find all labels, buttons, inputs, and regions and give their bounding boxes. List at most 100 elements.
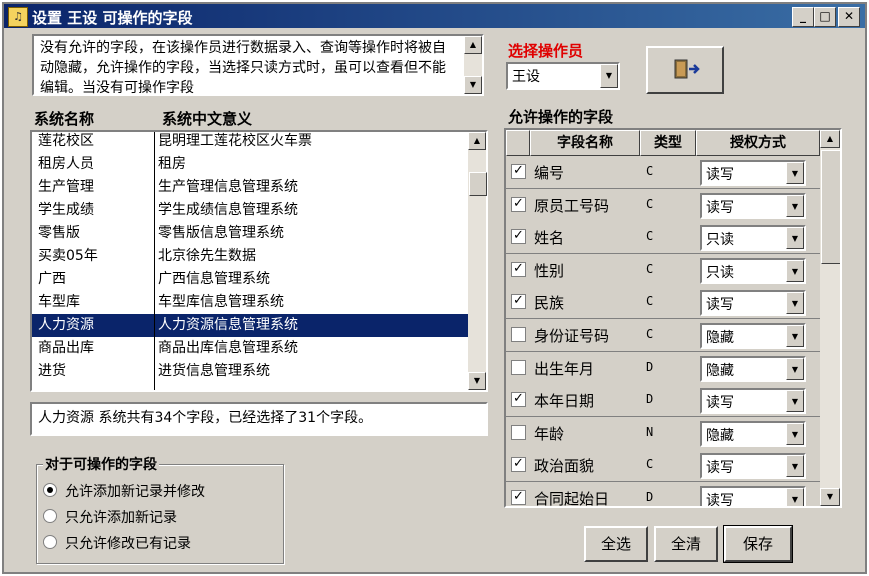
list-item[interactable]: 进货 进货信息管理系统 — [32, 360, 468, 383]
list-item[interactable]: 租房人员 租房 — [32, 153, 468, 176]
checkbox-unchecked-icon[interactable] — [511, 327, 526, 342]
list-item[interactable]: 莲花校区 昆明理工莲花校区火车票 — [32, 130, 468, 153]
radio-label: 允许添加新记录并修改 — [65, 484, 205, 500]
grid-header-type[interactable]: 类型 — [640, 130, 696, 156]
description-scrollbar[interactable]: ▲ ▼ — [464, 36, 482, 94]
chevron-down-icon[interactable]: ▼ — [786, 455, 804, 478]
field-name: 政治面貌 — [534, 457, 595, 476]
operator-select[interactable]: 王设 ▼ — [506, 62, 620, 90]
list-item[interactable]: 人力资源 人力资源信息管理系统 — [32, 314, 468, 337]
system-name: 生产管理 — [38, 179, 94, 195]
radio-button[interactable] — [43, 483, 57, 497]
list-item[interactable]: 买卖05年 北京徐先生数据 — [32, 245, 468, 268]
chevron-down-icon[interactable]: ▼ — [600, 64, 618, 88]
chevron-down-icon[interactable]: ▼ — [786, 259, 804, 282]
list-item[interactable]: 零售版 零售版信息管理系统 — [32, 222, 468, 245]
checkbox-checked-icon[interactable]: ✓ — [511, 457, 526, 473]
chevron-down-icon[interactable]: ▼ — [786, 162, 804, 184]
auth-select[interactable]: 读写 ▼ — [700, 160, 806, 186]
chevron-down-icon[interactable]: ▼ — [786, 292, 804, 315]
table-row[interactable]: ✓ 政治面貌 C 读写 ▼ — [506, 449, 820, 483]
chevron-down-icon[interactable]: ▼ — [786, 488, 804, 506]
minimize-icon[interactable]: _ — [792, 7, 814, 27]
maximize-icon[interactable]: □ — [814, 7, 836, 27]
auth-select[interactable]: 隐藏 ▼ — [700, 355, 806, 382]
list-item[interactable]: 生产管理 生产管理信息管理系统 — [32, 176, 468, 199]
fields-scrollbar[interactable]: ▲ ▼ — [820, 130, 840, 506]
scroll-thumb[interactable] — [821, 150, 840, 264]
checkbox-unchecked-icon[interactable] — [511, 424, 526, 440]
list-item[interactable]: 商品出库 商品出库信息管理系统 — [32, 337, 468, 360]
system-listbox[interactable]: 进货 进货信息管理系统 商品出库 商品出库信息管理系统 人力资源 人力资源信息管理系统 车型… — [30, 130, 488, 392]
checkbox-checked-icon[interactable]: ✓ — [511, 164, 526, 179]
auth-select[interactable]: 读写 ▼ — [700, 453, 806, 480]
chevron-down-icon[interactable]: ▼ — [786, 357, 804, 380]
field-type: C — [646, 327, 654, 341]
table-row[interactable]: ✓ 民族 C 读写 ▼ — [506, 286, 820, 320]
grid-header-name[interactable]: 字段名称 — [530, 130, 640, 156]
window-title: 设置 王设 可操作的字段 — [32, 9, 193, 27]
auth-select[interactable]: 读写 ▼ — [700, 290, 806, 317]
system-list-scrollbar[interactable]: ▲ ▼ — [468, 132, 487, 390]
select-all-button[interactable]: 全选 — [584, 526, 648, 562]
table-row[interactable]: ✓ 编号 C 读写 ▼ — [506, 156, 820, 189]
table-row[interactable]: 身份证号码 C 隐藏 ▼ — [506, 319, 820, 352]
radio-button[interactable] — [43, 509, 57, 523]
checkbox-checked-icon[interactable]: ✓ — [511, 490, 526, 505]
scroll-up-icon[interactable]: ▲ — [468, 132, 486, 150]
system-name: 学生成绩 — [38, 202, 94, 218]
chevron-down-icon[interactable]: ▼ — [786, 227, 804, 250]
radio-option[interactable]: 只允许添加新记录 — [43, 507, 177, 527]
auth-select[interactable]: 隐藏 ▼ — [700, 420, 806, 447]
table-row[interactable]: ✓ 姓名 C 只读 ▼ — [506, 221, 820, 255]
list-item[interactable]: 车型库 车型库信息管理系统 — [32, 291, 468, 314]
auth-select[interactable]: 读写 ▼ — [700, 192, 806, 219]
auth-select[interactable]: 隐藏 ▼ — [700, 323, 806, 349]
auth-select[interactable]: 读写 ▼ — [700, 388, 806, 415]
scroll-down-icon[interactable]: ▼ — [820, 488, 840, 506]
table-row[interactable]: ✓ 本年日期 D 读写 ▼ — [506, 384, 820, 418]
radio-button[interactable] — [43, 535, 57, 549]
close-icon[interactable]: ✕ — [838, 7, 860, 27]
radio-option[interactable]: 只允许修改已有记录 — [43, 533, 191, 553]
auth-select[interactable]: 读写 ▼ — [700, 486, 806, 506]
scroll-down-icon[interactable]: ▼ — [464, 76, 482, 94]
auth-select[interactable]: 只读 ▼ — [700, 257, 806, 284]
checkbox-checked-icon[interactable]: ✓ — [511, 261, 526, 277]
scroll-up-icon[interactable]: ▲ — [820, 130, 840, 148]
exit-button[interactable] — [646, 46, 724, 94]
checkbox-checked-icon[interactable]: ✓ — [511, 294, 526, 310]
field-name: 合同起始日 — [534, 490, 610, 508]
chevron-down-icon[interactable]: ▼ — [786, 194, 804, 217]
field-type: C — [646, 164, 654, 178]
description-box[interactable]: 没有允许的字段，在该操作员进行数据录入、查询等操作时将被自动隐藏，允许操作的字段… — [32, 34, 484, 96]
scroll-down-icon[interactable]: ▼ — [468, 372, 486, 390]
field-name: 身份证号码 — [534, 327, 610, 345]
scroll-up-icon[interactable]: ▲ — [464, 36, 482, 54]
checkbox-checked-icon[interactable]: ✓ — [511, 196, 526, 212]
table-row[interactable]: ✓ 性别 C 只读 ▼ — [506, 253, 820, 287]
edit-options-group: 对于可操作的字段 允许添加新记录并修改 只允许添加新记录 只允许修改已有记录 — [36, 454, 284, 564]
system-desc: 车型库信息管理系统 — [158, 294, 284, 310]
list-item[interactable]: 广西 广西信息管理系统 — [32, 268, 468, 291]
radio-option[interactable]: 允许添加新记录并修改 — [43, 481, 205, 501]
chevron-down-icon[interactable]: ▼ — [786, 325, 804, 347]
grid-header-auth[interactable]: 授权方式 — [696, 130, 820, 156]
table-row[interactable]: 年龄 N 隐藏 ▼ — [506, 416, 820, 450]
table-row[interactable]: ✓ 合同起始日 D 读写 ▼ — [506, 482, 820, 508]
auth-select[interactable]: 只读 ▼ — [700, 225, 806, 252]
fields-grid[interactable]: 字段名称 类型 授权方式 ▲ ▼ ✓ 编号 C 读写 ▼ ✓ 原员工号码 C 读写 ▼ ✓ 姓名 C 只读… — [504, 128, 842, 508]
table-row[interactable]: ✓ 原员工号码 C 读写 ▼ — [506, 188, 820, 222]
checkbox-checked-icon[interactable]: ✓ — [511, 229, 526, 245]
list-item[interactable]: 学生成绩 学生成绩信息管理系统 — [32, 199, 468, 222]
scroll-thumb[interactable] — [469, 172, 487, 196]
checkbox-unchecked-icon[interactable] — [511, 359, 526, 375]
checkbox-checked-icon[interactable]: ✓ — [511, 392, 526, 408]
clear-all-button[interactable]: 全清 — [654, 526, 718, 562]
table-row[interactable]: 出生年月 D 隐藏 ▼ — [506, 351, 820, 385]
system-name: 租房人员 — [38, 156, 94, 172]
chevron-down-icon[interactable]: ▼ — [786, 390, 804, 413]
title-bar[interactable]: ♫ 设置 王设 可操作的字段 _ □ ✕ — [4, 4, 865, 28]
chevron-down-icon[interactable]: ▼ — [786, 422, 804, 445]
save-button[interactable]: 保存 — [723, 525, 793, 563]
